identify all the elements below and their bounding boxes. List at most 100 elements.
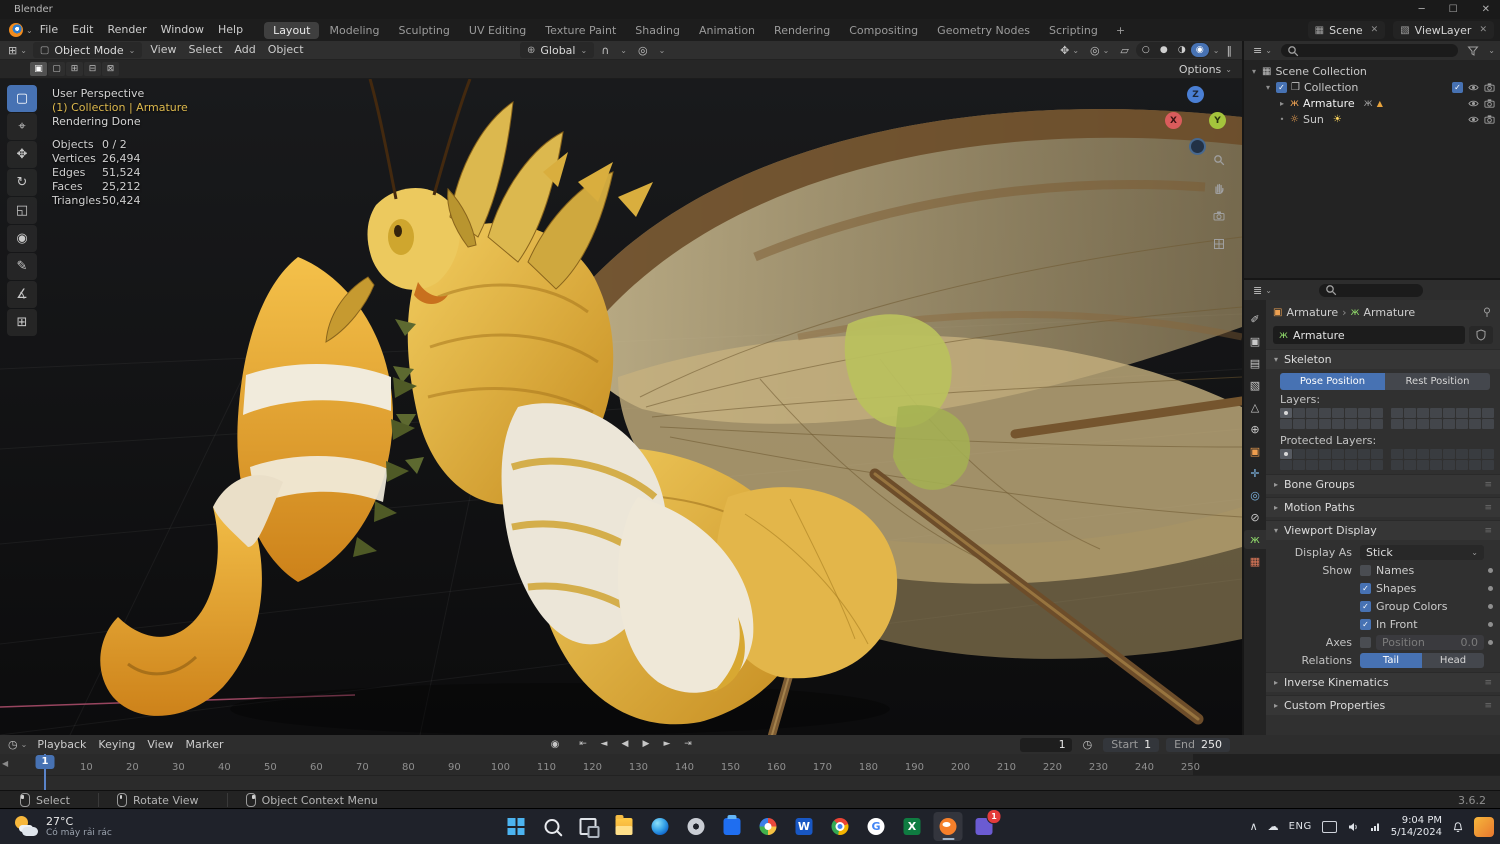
layer-cell[interactable] <box>1443 408 1455 418</box>
motion-paths-panel-header[interactable]: ▸ Motion Paths ≡ <box>1266 497 1500 517</box>
layer-cell[interactable] <box>1456 419 1468 429</box>
close-button[interactable]: ✕ <box>1482 4 1490 15</box>
object-data-tab[interactable]: ж <box>1244 530 1266 549</box>
chrome-icon[interactable] <box>826 812 855 841</box>
workspace-tab-rendering[interactable]: Rendering <box>765 22 839 39</box>
photos-icon[interactable] <box>754 812 783 841</box>
unlink-scene-icon[interactable]: ✕ <box>1371 25 1379 35</box>
layer-cell[interactable] <box>1332 460 1344 470</box>
weather-widget[interactable]: 27°C Có mây rải rác <box>6 812 120 841</box>
outliner-editor-type-button[interactable]: ≡⌄ <box>1249 43 1276 59</box>
auto-keying-button[interactable]: ◉ <box>545 737 565 752</box>
axes-checkbox[interactable] <box>1360 637 1371 648</box>
blender-icon[interactable] <box>934 812 963 841</box>
layer-cell[interactable] <box>1430 419 1442 429</box>
properties-search-field[interactable] <box>1319 284 1423 297</box>
layer-cell[interactable] <box>1443 449 1455 459</box>
physics-tab[interactable]: ◎ <box>1244 486 1266 505</box>
select-mode-new[interactable]: ▢ <box>48 62 65 76</box>
layer-cell[interactable] <box>1391 460 1403 470</box>
outliner-row-scene-collection[interactable]: ▾ ▦ Scene Collection <box>1244 63 1500 79</box>
workspace-tab-compositing[interactable]: Compositing <box>840 22 927 39</box>
layer-cell[interactable] <box>1293 408 1305 418</box>
purple-app-icon[interactable]: 1 <box>970 812 999 841</box>
timeline-collapse-arrow[interactable]: ◀ <box>2 759 8 768</box>
scene-tab[interactable]: △ <box>1244 398 1266 417</box>
panel-drag-icon[interactable]: ≡ <box>1484 480 1492 490</box>
layer-cell[interactable] <box>1482 419 1494 429</box>
layer-cell[interactable] <box>1456 460 1468 470</box>
output-tab[interactable]: ▤ <box>1244 354 1266 373</box>
select-box-tool[interactable]: ▢ <box>7 85 37 112</box>
modifier-tab[interactable]: ✛ <box>1244 464 1266 483</box>
wireframe-shading-button[interactable]: ○ <box>1137 43 1155 57</box>
panel-drag-icon[interactable]: ≡ <box>1484 701 1492 711</box>
timeline-menu-marker[interactable]: Marker <box>179 736 229 754</box>
layer-cell[interactable] <box>1332 419 1344 429</box>
word-icon[interactable]: W <box>790 812 819 841</box>
google-icon[interactable]: G <box>862 812 891 841</box>
hide-eye-icon[interactable] <box>1468 82 1479 93</box>
clock[interactable]: 9:04 PM 5/14/2024 <box>1391 815 1442 839</box>
viewport-menu-object[interactable]: Object <box>262 41 310 59</box>
workspace-tab-uv-editing[interactable]: UV Editing <box>460 22 535 39</box>
start-frame-field[interactable]: Start 1 <box>1103 738 1159 752</box>
layer-cell[interactable] <box>1345 408 1357 418</box>
options-dropdown[interactable]: Options ⌄ <box>1179 63 1232 76</box>
gizmo-y-axis[interactable]: Y <box>1209 112 1226 129</box>
layer-cell[interactable] <box>1404 408 1416 418</box>
viewport-display-panel-header[interactable]: ▾ Viewport Display ≡ <box>1266 520 1500 540</box>
collection-exclude-checkbox[interactable]: ✓ <box>1452 82 1463 93</box>
current-frame-marker[interactable]: 1 <box>36 755 55 769</box>
current-frame-field[interactable]: 1 <box>1020 738 1072 752</box>
layer-cell[interactable] <box>1306 419 1318 429</box>
layer-cell[interactable] <box>1293 419 1305 429</box>
minimize-button[interactable]: ─ <box>1419 4 1425 15</box>
onedrive-cloud-icon[interactable]: ☁ <box>1268 820 1279 833</box>
scale-tool[interactable]: ◱ <box>7 197 37 224</box>
expand-arrow-icon[interactable]: ▾ <box>1250 67 1258 76</box>
settings-icon[interactable] <box>682 812 711 841</box>
animate-dot[interactable] <box>1488 640 1493 645</box>
prev-keyframe-button[interactable]: ◄ <box>594 737 614 752</box>
tool-tab[interactable]: ✐ <box>1244 310 1266 329</box>
start-icon[interactable] <box>502 812 531 841</box>
add-cube-tool[interactable]: ⊞ <box>7 309 37 336</box>
task-view-icon[interactable] <box>574 812 603 841</box>
layer-cell[interactable] <box>1482 449 1494 459</box>
outliner-row-armature[interactable]: ▸ ж Armature ж ▲ <box>1244 95 1500 111</box>
layer-cell[interactable] <box>1280 419 1292 429</box>
layer-cell[interactable] <box>1371 460 1383 470</box>
store-icon[interactable] <box>718 812 747 841</box>
language-indicator[interactable]: ENG <box>1289 821 1312 832</box>
pin-icon[interactable] <box>1481 306 1493 318</box>
fake-user-shield-button[interactable] <box>1469 326 1493 344</box>
toggle-ortho-button[interactable] <box>1210 235 1228 253</box>
panel-drag-icon[interactable]: ≡ <box>1484 678 1492 688</box>
workspace-tab-geometry-nodes[interactable]: Geometry Nodes <box>928 22 1039 39</box>
layer-cell[interactable] <box>1319 408 1331 418</box>
texture-tab[interactable]: ▦ <box>1244 552 1266 571</box>
layer-cell[interactable] <box>1391 419 1403 429</box>
annotate-tool[interactable]: ✎ <box>7 253 37 280</box>
layer-cell[interactable] <box>1469 408 1481 418</box>
constraint-tab[interactable]: ⊘ <box>1244 508 1266 527</box>
viewport-3d[interactable]: ⊞⌄ ▢ Object Mode ⌄ ViewSelectAddObject ⊕… <box>0 41 1242 735</box>
shading-dropdown-chevron[interactable]: ⌄ <box>1213 46 1220 55</box>
snap-magnet-button[interactable]: ∩ <box>597 42 613 58</box>
expand-arrow-icon[interactable]: ▸ <box>1278 99 1286 108</box>
animate-dot[interactable] <box>1488 568 1493 573</box>
outliner-search-field[interactable] <box>1281 44 1458 57</box>
panel-drag-icon[interactable]: ≡ <box>1484 503 1492 513</box>
menu-window[interactable]: Window <box>154 19 211 41</box>
cursor-tool[interactable]: ⌖ <box>7 113 37 140</box>
layer-cell[interactable] <box>1417 419 1429 429</box>
gizmo-z-axis[interactable]: Z <box>1187 86 1204 103</box>
maximize-button[interactable]: ☐ <box>1449 4 1458 15</box>
timeline-menu-playback[interactable]: Playback <box>31 736 92 754</box>
play-button[interactable]: ▶ <box>636 737 656 752</box>
show-overlays-button[interactable]: ◎⌄ <box>1086 42 1113 58</box>
layer-cell[interactable] <box>1417 460 1429 470</box>
edge-icon[interactable] <box>646 812 675 841</box>
hide-eye-icon[interactable] <box>1468 98 1479 109</box>
